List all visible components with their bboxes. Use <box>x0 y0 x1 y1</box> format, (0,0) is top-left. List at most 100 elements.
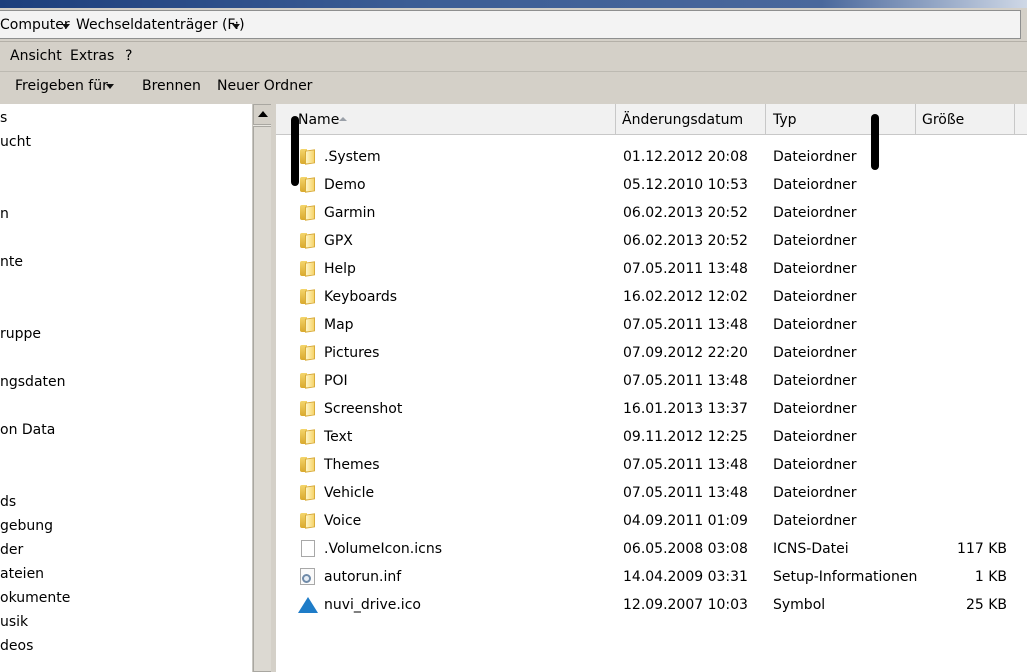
column-header-label: Größe <box>922 112 965 128</box>
new-folder-button[interactable]: Neuer Ordner <box>217 78 312 94</box>
column-header-name[interactable]: Name <box>276 104 616 134</box>
table-row[interactable]: Help 07.05.2011 13:48 Dateiordner <box>276 255 1027 283</box>
nav-scrollbar[interactable] <box>252 104 272 672</box>
file-type: Dateiordner <box>773 149 857 165</box>
nav-item[interactable]: ateien <box>0 566 44 582</box>
nav-item[interactable]: ds <box>0 494 16 510</box>
scroll-thumb[interactable] <box>253 126 272 672</box>
nav-item[interactable]: ngsdaten <box>0 374 66 390</box>
file-date: 01.12.2012 20:08 <box>623 149 748 165</box>
nav-item[interactable]: s <box>0 110 7 126</box>
menu-extras[interactable]: Extras <box>70 48 114 64</box>
table-row[interactable]: nuvi_drive.ico 12.09.2007 10:03 Symbol 25 K… <box>276 591 1027 619</box>
chevron-down-icon[interactable] <box>232 24 240 29</box>
nav-item[interactable]: okumente <box>0 590 70 606</box>
table-row[interactable]: Pictures 07.09.2012 22:20 Dateiordner <box>276 339 1027 367</box>
menu-bar: Ansicht Extras ? <box>0 42 1027 71</box>
file-type: Dateiordner <box>773 317 857 333</box>
file-type: Dateiordner <box>773 233 857 249</box>
table-row[interactable]: Screenshot 16.01.2013 13:37 Dateiordner <box>276 395 1027 423</box>
file-name: Screenshot <box>324 401 403 417</box>
folder-icon <box>300 401 316 417</box>
arrow-up-icon <box>258 111 268 117</box>
file-icon <box>301 540 315 557</box>
command-toolbar: Freigeben für Brennen Neuer Ordner <box>0 71 1027 105</box>
file-date: 16.02.2012 12:02 <box>623 289 748 305</box>
table-row[interactable]: Themes 07.05.2011 13:48 Dateiordner <box>276 451 1027 479</box>
file-name: POI <box>324 373 348 389</box>
file-date: 16.01.2013 13:37 <box>623 401 748 417</box>
sort-ascending-icon <box>339 117 347 121</box>
table-row[interactable]: Text 09.11.2012 12:25 Dateiordner <box>276 423 1027 451</box>
folder-icon <box>300 513 316 529</box>
nav-item[interactable]: usik <box>0 614 28 630</box>
table-row[interactable]: Map 07.05.2011 13:48 Dateiordner <box>276 311 1027 339</box>
table-row[interactable]: Voice 04.09.2011 01:09 Dateiordner <box>276 507 1027 535</box>
column-header-row: Name Änderungsdatum Typ Größe <box>276 104 1027 135</box>
navigation-pane: s ucht n nte ruppe ngsdaten on Data ds g… <box>0 104 252 672</box>
breadcrumb-computer[interactable]: Computer <box>0 17 70 33</box>
nav-item[interactable]: der <box>0 542 23 558</box>
file-type: ICNS-Datei <box>773 541 849 557</box>
column-header-label: Name <box>298 112 340 128</box>
chevron-down-icon[interactable] <box>106 84 114 89</box>
table-row[interactable]: Vehicle 07.05.2011 13:48 Dateiordner <box>276 479 1027 507</box>
file-date: 06.02.2013 20:52 <box>623 233 748 249</box>
nav-item[interactable]: deos <box>0 638 33 654</box>
file-type: Dateiordner <box>773 401 857 417</box>
file-name: Pictures <box>324 345 380 361</box>
file-name: autorun.inf <box>324 569 402 585</box>
file-type: Dateiordner <box>773 429 857 445</box>
folder-icon <box>300 485 316 501</box>
table-row[interactable]: POI 07.05.2011 13:48 Dateiordner <box>276 367 1027 395</box>
column-header-type[interactable]: Typ <box>766 104 916 134</box>
file-name: .VolumeIcon.icns <box>324 541 442 557</box>
file-type: Dateiordner <box>773 177 857 193</box>
file-size: 25 KB <box>965 597 1007 613</box>
burn-button[interactable]: Brennen <box>142 78 201 94</box>
chevron-down-icon[interactable] <box>62 24 70 29</box>
file-name: Vehicle <box>324 485 375 501</box>
table-row[interactable]: autorun.inf 14.04.2009 03:31 Setup-Informa… <box>276 563 1027 591</box>
column-header-size[interactable]: Größe <box>916 104 1015 134</box>
folder-icon <box>300 429 316 445</box>
table-row[interactable]: Demo 05.12.2010 10:53 Dateiordner <box>276 171 1027 199</box>
triangle-icon <box>298 597 318 613</box>
file-type: Dateiordner <box>773 289 857 305</box>
nav-item[interactable]: ucht <box>0 134 31 150</box>
nav-item[interactable]: nte <box>0 254 23 270</box>
menu-ansicht[interactable]: Ansicht <box>10 48 62 64</box>
nav-item[interactable]: gebung <box>0 518 53 534</box>
breadcrumb[interactable]: Computer Wechseldatenträger (F:) <box>0 10 1021 39</box>
table-row[interactable]: .VolumeIcon.icns 06.05.2008 03:08 ICNS-Dat… <box>276 535 1027 563</box>
file-date: 05.12.2010 10:53 <box>623 177 748 193</box>
folder-icon <box>300 289 316 305</box>
nav-item[interactable]: ruppe <box>0 326 41 342</box>
file-type: Setup-Informationen <box>773 569 918 585</box>
file-size: 1 KB <box>974 569 1007 585</box>
table-row[interactable]: Garmin 06.02.2013 20:52 Dateiordner <box>276 199 1027 227</box>
share-button[interactable]: Freigeben für <box>15 78 108 94</box>
file-type: Dateiordner <box>773 513 857 529</box>
file-date: 12.09.2007 10:03 <box>623 597 748 613</box>
file-name: Text <box>324 429 353 445</box>
file-name: Help <box>324 261 356 277</box>
column-header-date[interactable]: Änderungsdatum <box>616 104 766 134</box>
menu-help[interactable]: ? <box>125 48 132 64</box>
file-date: 07.05.2011 13:48 <box>623 373 748 389</box>
folder-icon <box>300 457 316 473</box>
file-type: Symbol <box>773 597 826 613</box>
table-row[interactable]: GPX 06.02.2013 20:52 Dateiordner <box>276 227 1027 255</box>
table-row[interactable]: .System 01.12.2012 20:08 Dateiordner <box>276 143 1027 171</box>
file-type: Dateiordner <box>773 485 857 501</box>
table-row[interactable]: Keyboards 16.02.2012 12:02 Dateiordner <box>276 283 1027 311</box>
nav-item[interactable]: n <box>0 206 9 222</box>
folder-icon <box>300 205 316 221</box>
file-name: GPX <box>324 233 353 249</box>
nav-item[interactable]: on Data <box>0 422 55 438</box>
file-type: Dateiordner <box>773 457 857 473</box>
address-bar: Computer Wechseldatenträger (F:) <box>0 8 1027 42</box>
scroll-up-button[interactable] <box>253 104 272 125</box>
file-date: 07.05.2011 13:48 <box>623 317 748 333</box>
breadcrumb-drive[interactable]: Wechseldatenträger (F:) <box>76 17 245 33</box>
